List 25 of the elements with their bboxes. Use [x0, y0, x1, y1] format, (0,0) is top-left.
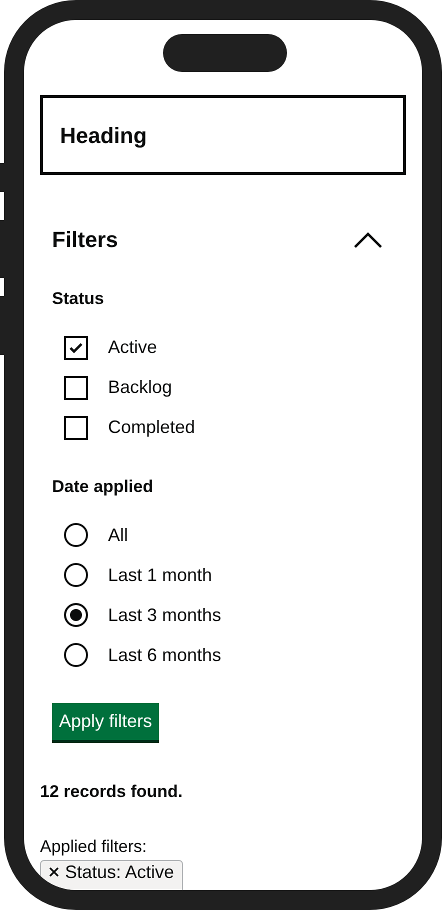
close-icon [49, 867, 59, 877]
checkbox[interactable] [64, 416, 88, 440]
checkbox[interactable] [64, 336, 88, 360]
radio-button[interactable] [64, 523, 88, 547]
option-label[interactable]: Backlog [108, 374, 172, 401]
page-heading: Heading [60, 122, 147, 150]
option-label[interactable]: Last 6 months [108, 642, 222, 668]
check-icon [69, 342, 83, 354]
group-legend: Status [52, 286, 406, 312]
apply-filters-button[interactable]: Apply filters [52, 703, 160, 743]
option-label[interactable]: Last 3 months [108, 602, 222, 628]
option-label[interactable]: Last 1 month [108, 562, 212, 588]
chevron-up-icon[interactable] [354, 232, 382, 248]
group-legend: Date applied [52, 474, 406, 499]
applied-filters-label: Applied filters: [40, 836, 148, 858]
radio-button[interactable] [64, 603, 88, 627]
option-label[interactable]: All [108, 522, 128, 548]
results-count: 12 records found. [40, 781, 184, 803]
filters-title: Filters [52, 226, 118, 254]
radio-button[interactable] [64, 643, 88, 667]
checkbox[interactable] [64, 376, 88, 400]
radio-button[interactable] [64, 563, 88, 587]
option-label[interactable]: Completed [108, 414, 196, 441]
remove-filter-tag[interactable]: Status: Active [40, 860, 184, 890]
option-label[interactable]: Active [108, 334, 158, 361]
